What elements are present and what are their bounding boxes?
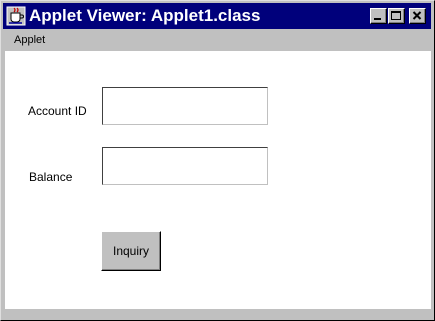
menu-item-applet[interactable]: Applet [14, 33, 45, 47]
close-icon [412, 11, 422, 20]
minimize-icon [374, 18, 381, 20]
inquiry-button[interactable]: Inquiry [101, 231, 161, 271]
applet-panel: Account ID Balance Inquiry [5, 51, 431, 309]
close-button[interactable] [409, 8, 426, 24]
maximize-button[interactable] [388, 8, 405, 24]
menu-bar: Applet [3, 30, 431, 50]
title-bar[interactable]: Applet Viewer: Applet1.class [3, 3, 431, 29]
account-id-label: Account ID [28, 104, 87, 118]
balance-field[interactable] [102, 147, 268, 185]
minimize-button[interactable] [370, 8, 387, 24]
maximize-icon [391, 11, 401, 20]
applet-viewer-window: Applet Viewer: Applet1.class Applet Acco… [0, 0, 435, 321]
window-title: Applet Viewer: Applet1.class [29, 6, 261, 25]
java-cup-icon [6, 6, 26, 26]
balance-label: Balance [29, 170, 73, 184]
status-strip [3, 310, 431, 319]
account-id-field[interactable] [102, 87, 268, 125]
